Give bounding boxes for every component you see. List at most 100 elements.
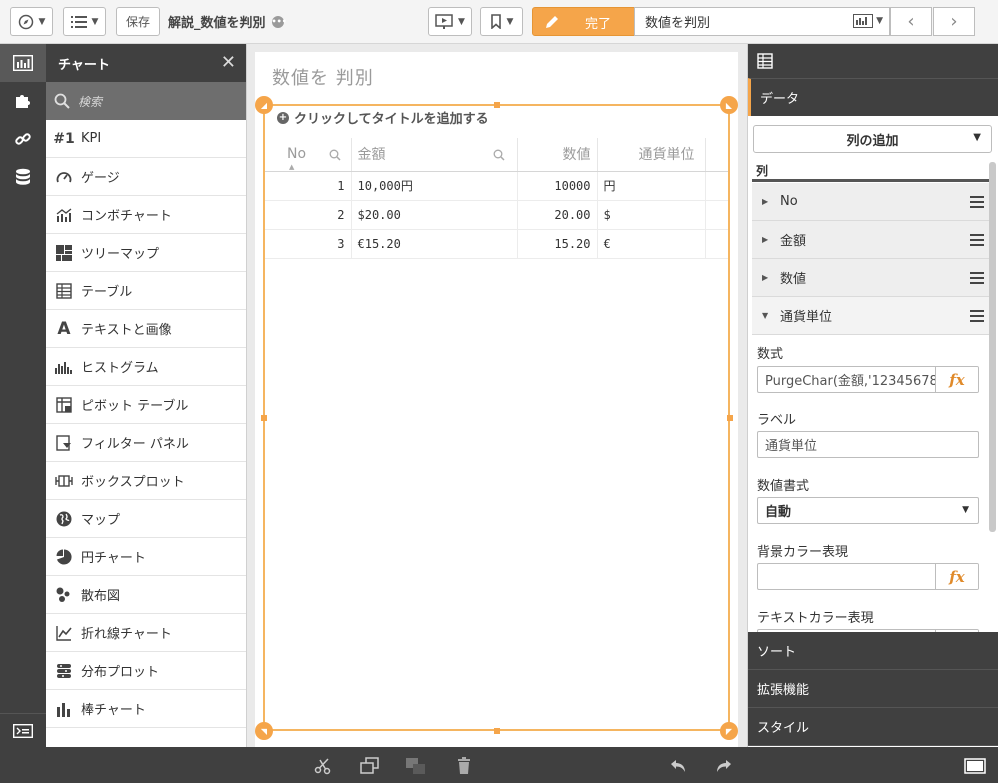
sheet-selector[interactable]: 数値を判別 ▼	[634, 7, 890, 36]
sorting-section-header[interactable]: ソート	[748, 632, 998, 670]
chart-type-item[interactable]: ボックスプロット	[46, 462, 246, 500]
label-field[interactable]: 通貨単位	[757, 431, 979, 458]
rail-charts-tab[interactable]	[0, 44, 46, 82]
panel-toggle-icon	[964, 758, 986, 774]
search-icon[interactable]	[329, 149, 341, 161]
table-cell[interactable]: 10000	[517, 171, 598, 201]
table-cell[interactable]: 1	[265, 171, 352, 201]
redo-button[interactable]	[713, 755, 735, 777]
add-column-label: 列の追加	[846, 133, 899, 149]
column-item-number[interactable]: ▶ 数値	[752, 259, 990, 297]
copy-button[interactable]	[359, 755, 381, 777]
table-cell[interactable]: 円	[597, 171, 706, 201]
drag-handle-icon[interactable]	[970, 272, 984, 287]
resize-handle-left[interactable]	[261, 415, 267, 421]
chart-type-item[interactable]: コンボチャート	[46, 196, 246, 234]
sheet-title[interactable]: 数値を 判別	[272, 64, 374, 90]
done-label: 完了	[585, 17, 612, 32]
done-button[interactable]: 完了	[532, 7, 635, 36]
undo-button[interactable]	[667, 755, 689, 777]
navigation-button[interactable]: ▼	[10, 7, 53, 36]
number-format-select[interactable]: 自動 ▼	[757, 497, 979, 524]
column-header-amount[interactable]: 金額	[351, 138, 518, 172]
chart-type-item[interactable]: 散布図	[46, 576, 246, 614]
list-menu-button[interactable]: ▼	[63, 7, 106, 36]
table-row: 1 10,000円 10000 円	[265, 171, 728, 201]
chart-type-item[interactable]: A テキストと画像	[46, 310, 246, 348]
appearance-section-header[interactable]: スタイル	[748, 708, 998, 746]
search-icon[interactable]	[493, 149, 505, 161]
rail-master-items-button[interactable]	[0, 713, 46, 747]
chart-type-item[interactable]: マップ	[46, 500, 246, 538]
resize-handle-top-left[interactable]: ◢	[255, 96, 273, 114]
chart-type-item[interactable]: フィルター パネル	[46, 424, 246, 462]
expression-field[interactable]: PurgeChar(金額,'123456789 fx	[757, 366, 979, 393]
table-cell[interactable]: $	[597, 200, 706, 230]
resize-handle-bottom-left[interactable]: ◥	[255, 722, 273, 740]
column-item-currency[interactable]: ▼ 通貨単位	[752, 297, 990, 335]
chart-type-item[interactable]: 円チャート	[46, 538, 246, 576]
paste-button[interactable]	[405, 755, 427, 777]
chart-type-item[interactable]: ゲージ	[46, 158, 246, 196]
chart-type-item[interactable]: #1 KPI	[46, 120, 246, 158]
bookmark-button[interactable]: ▼	[480, 7, 523, 36]
save-button[interactable]: 保存	[116, 7, 160, 36]
chart-type-item[interactable]: 折れ線チャート	[46, 614, 246, 652]
table-cell[interactable]: $20.00	[351, 200, 518, 230]
rail-links-tab[interactable]	[0, 120, 46, 158]
fx-icon[interactable]: fx	[935, 367, 978, 392]
resize-handle-top[interactable]	[494, 102, 500, 108]
properties-scrollbar[interactable]	[989, 162, 996, 532]
next-sheet-button[interactable]: ›	[933, 7, 975, 36]
rail-fields-tab[interactable]	[0, 158, 46, 196]
resize-handle-right[interactable]	[727, 415, 733, 421]
chart-type-item[interactable]: 棒チャート	[46, 690, 246, 728]
table-cell[interactable]: 20.00	[517, 200, 598, 230]
table-cell[interactable]: 2	[265, 200, 352, 230]
resize-handle-bottom[interactable]	[494, 728, 500, 734]
drag-handle-icon[interactable]	[970, 196, 984, 211]
column-item-no[interactable]: ▶ No	[752, 183, 990, 221]
column-header-no[interactable]: No ▲	[265, 138, 352, 172]
cut-button[interactable]	[312, 755, 334, 777]
chart-type-item[interactable]: テーブル	[46, 272, 246, 310]
present-button[interactable]: ▼	[428, 7, 472, 36]
pencil-icon	[546, 16, 558, 28]
asset-rail	[0, 44, 46, 747]
chart-type-item[interactable]: ピボット テーブル	[46, 386, 246, 424]
chart-search-input[interactable]: 検索	[46, 82, 246, 120]
chart-type-item[interactable]: ヒストグラム	[46, 348, 246, 386]
resize-handle-bottom-right[interactable]: ◤	[720, 722, 738, 740]
column-item-amount[interactable]: ▶ 金額	[752, 221, 990, 259]
chart-type-item[interactable]: ツリーマップ	[46, 234, 246, 272]
resize-handle-top-right[interactable]: ◣	[720, 96, 738, 114]
chart-list: #1 KPI ゲージ コンボチャート ツリーマップ テーブル A テキストと画像 ヒストグラムピ…	[46, 120, 246, 728]
drag-handle-icon[interactable]	[970, 234, 984, 249]
copy-icon	[360, 757, 379, 774]
column-item-label: 通貨単位	[780, 310, 833, 325]
delete-button[interactable]	[453, 755, 475, 777]
table-cell[interactable]: €	[597, 229, 706, 259]
table-cell[interactable]: €15.20	[351, 229, 518, 259]
chart-panel-header: チャート ✕	[46, 44, 246, 82]
close-icon[interactable]: ✕	[221, 52, 236, 73]
table-cell[interactable]: 10,000円	[351, 171, 518, 201]
add-column-button[interactable]: 列の追加 ▼	[753, 125, 992, 153]
rail-extensions-tab[interactable]	[0, 82, 46, 120]
previous-sheet-button[interactable]: ‹	[890, 7, 932, 36]
add-title-button[interactable]: + クリックしてタイトルを追加する	[277, 108, 489, 127]
add-ons-section-header[interactable]: 拡張機能	[748, 670, 998, 708]
data-section-header[interactable]: データ	[748, 78, 998, 116]
chart-type-label: 折れ線チャート	[81, 627, 172, 642]
table-cell[interactable]: 15.20	[517, 229, 598, 259]
bg-color-expression-field[interactable]: fx	[757, 563, 979, 590]
toggle-properties-button[interactable]	[963, 755, 987, 777]
column-header-number[interactable]: 数値	[517, 138, 598, 172]
column-header-currency[interactable]: 通貨単位	[597, 138, 706, 172]
drag-handle-icon[interactable]	[970, 310, 984, 325]
chart-type-item[interactable]: 分布プロット	[46, 652, 246, 690]
table-cell[interactable]: 3	[265, 229, 352, 259]
histogram-icon	[55, 358, 73, 376]
fx-icon[interactable]: fx	[935, 564, 978, 589]
more-icon[interactable]: •••	[271, 15, 287, 28]
